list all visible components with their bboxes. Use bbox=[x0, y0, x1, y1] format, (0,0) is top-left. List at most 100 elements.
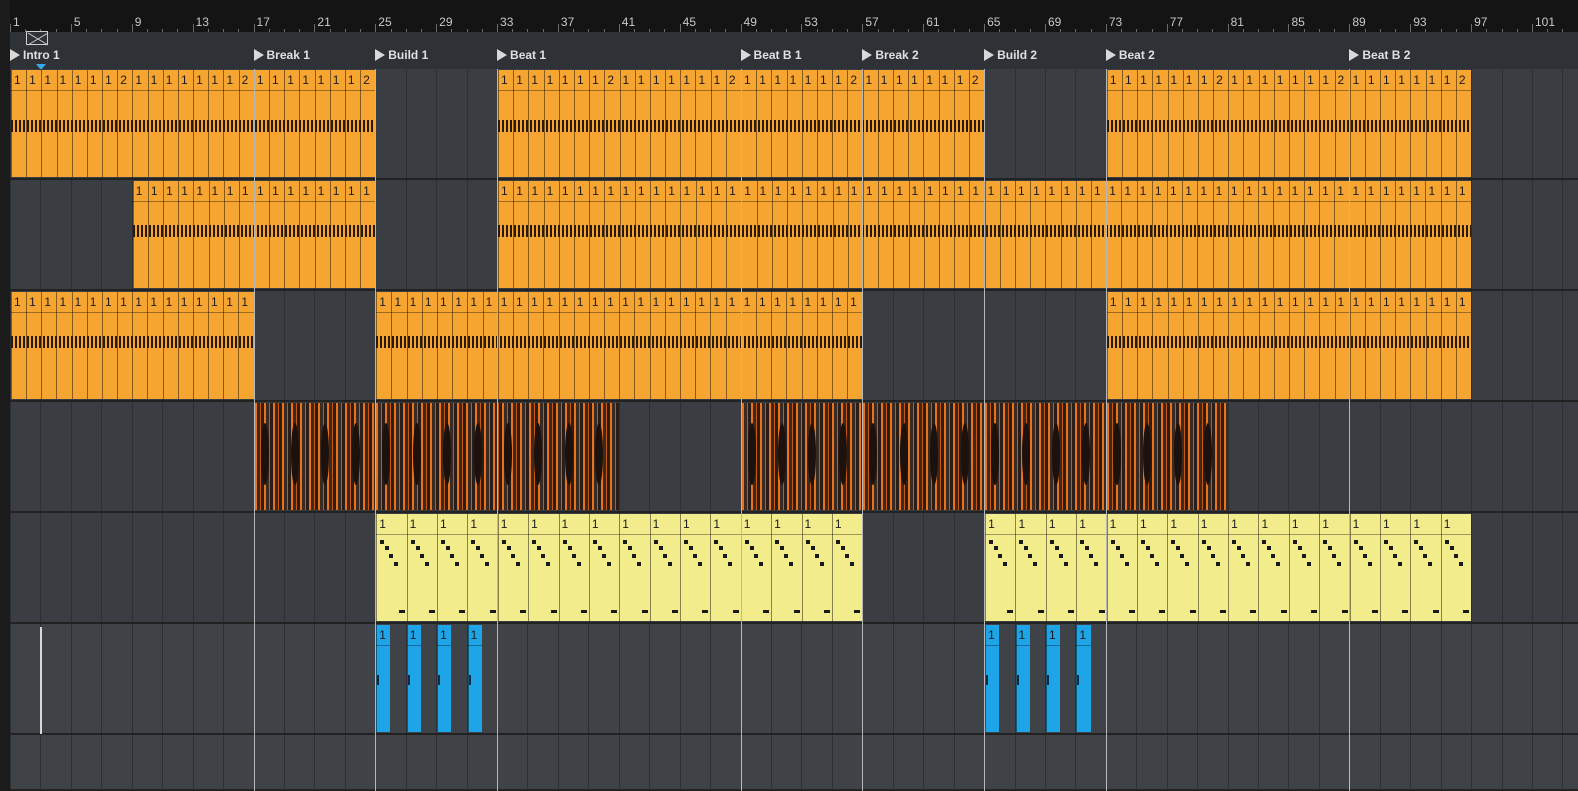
ruler-label: 25 bbox=[378, 15, 392, 29]
clip-segment-number: 1 bbox=[150, 295, 158, 309]
locator-flag-icon[interactable] bbox=[10, 49, 20, 61]
locator-beat-b-1[interactable]: Beat B 1 bbox=[740, 47, 802, 63]
locator-break-1[interactable]: Break 1 bbox=[253, 47, 310, 63]
blue-clip[interactable]: 1 bbox=[467, 625, 482, 732]
locator-flag-icon[interactable] bbox=[862, 49, 873, 61]
clip-segment-number: 1 bbox=[1322, 295, 1329, 309]
audio-clip[interactable] bbox=[863, 403, 985, 510]
blue-clip[interactable]: 1 bbox=[406, 625, 421, 732]
blue-clip[interactable]: 1 bbox=[1076, 625, 1091, 732]
orange-clip[interactable]: 111111121111111211111112 bbox=[1106, 70, 1472, 177]
locator-break-2[interactable]: Break 2 bbox=[862, 47, 919, 63]
audio-clip[interactable] bbox=[254, 403, 376, 510]
clip-segment-number: 1 bbox=[561, 517, 569, 531]
locator-flag-icon[interactable] bbox=[253, 49, 264, 61]
locator-flag-icon[interactable] bbox=[497, 49, 508, 61]
grid-line bbox=[101, 180, 103, 289]
locator-flag-icon[interactable] bbox=[984, 49, 995, 61]
locator-build-1[interactable]: Build 1 bbox=[375, 47, 428, 63]
track-lane[interactable]: 1111111111111111111111111111111111111111… bbox=[10, 291, 1578, 402]
orange-clip[interactable]: 1111111111111111 bbox=[11, 292, 254, 399]
blue-clip[interactable]: 1 bbox=[376, 625, 391, 732]
beat-time-ruler[interactable]: 1 5 9 13 17 21 25 29 33 37 41 45 49 53 57 61 65 69 73 77 81 8… bbox=[10, 14, 1578, 32]
clip-segment-number: 1 bbox=[1428, 295, 1436, 309]
clip-segment-number: 1 bbox=[470, 295, 478, 309]
locator-build-2[interactable]: Build 2 bbox=[984, 47, 1037, 63]
clip-segment-number: 1 bbox=[440, 628, 447, 642]
track-lane[interactable]: 1111111211111112111111121111111211111112… bbox=[10, 69, 1578, 180]
midi-note bbox=[1176, 546, 1181, 550]
clip-segment-number: 1 bbox=[895, 73, 903, 87]
clip-segment-number: 1 bbox=[1337, 184, 1344, 198]
locator-flag-icon[interactable] bbox=[740, 49, 751, 61]
clip-segment-number: 1 bbox=[591, 517, 599, 531]
clip-segment-number: 1 bbox=[1261, 73, 1269, 87]
locator-beat-b-2[interactable]: Beat B 2 bbox=[1349, 47, 1410, 63]
track-lane[interactable] bbox=[10, 735, 1578, 791]
grid-line bbox=[1562, 624, 1564, 733]
clip-segment-number: 1 bbox=[424, 295, 432, 309]
clip-segment-number: 1 bbox=[89, 295, 97, 309]
grid-line bbox=[344, 624, 346, 733]
yellow-clip[interactable]: 1 1 1 1 1 1 1 1 1 1 1 1 1 1 1 1 bbox=[985, 514, 1472, 621]
midi-note bbox=[1003, 562, 1008, 566]
orange-clip[interactable]: 111111121111111211111112 bbox=[11, 70, 376, 177]
blue-clip[interactable]: 1 bbox=[1015, 625, 1030, 732]
yellow-clip[interactable]: 1 1 1 1 1 1 1 1 1 1 1 1 1 1 1 1 bbox=[376, 514, 863, 621]
clip-segment-number: 1 bbox=[287, 73, 294, 87]
grid-line bbox=[923, 513, 925, 622]
midi-note bbox=[1232, 540, 1237, 544]
blue-clip[interactable]: 1 bbox=[437, 625, 452, 732]
grid-line bbox=[618, 624, 620, 733]
grid-line bbox=[10, 624, 11, 733]
clip-segment-number: 1 bbox=[1307, 73, 1314, 87]
clip-segment-number: 1 bbox=[1367, 184, 1375, 198]
midi-note bbox=[441, 540, 446, 544]
midi-note bbox=[763, 610, 770, 613]
clip-segment-number: 1 bbox=[165, 73, 173, 87]
midi-note bbox=[1080, 540, 1085, 544]
locator-intro-1[interactable]: Intro 1 bbox=[10, 47, 60, 63]
clip-segment-number: 1 bbox=[501, 184, 508, 198]
midi-note bbox=[732, 610, 739, 613]
locator-beat-1[interactable]: Beat 1 bbox=[497, 47, 546, 63]
section-marker-line bbox=[497, 69, 499, 180]
grid-line bbox=[40, 180, 42, 289]
midi-note bbox=[380, 540, 385, 544]
grid-line bbox=[710, 402, 712, 511]
blue-clip[interactable]: 1 bbox=[985, 625, 1000, 732]
loop-brace-icon[interactable] bbox=[26, 31, 49, 46]
audio-clip[interactable] bbox=[741, 403, 863, 510]
blue-clip[interactable]: 1 bbox=[1045, 625, 1061, 732]
midi-note bbox=[789, 562, 794, 566]
clip-segment-number: 1 bbox=[819, 295, 827, 309]
audio-clip[interactable] bbox=[1106, 403, 1228, 510]
section-marker-line bbox=[984, 69, 986, 180]
track-lane[interactable] bbox=[10, 402, 1578, 513]
ruler-label: 69 bbox=[1047, 15, 1062, 29]
locator-label: Intro 1 bbox=[23, 48, 60, 62]
audio-clip[interactable] bbox=[985, 403, 1106, 510]
orange-clip[interactable]: 111111111111111111111111 bbox=[1106, 292, 1472, 399]
midi-note bbox=[667, 562, 672, 566]
ruler-label: 101 bbox=[1535, 15, 1556, 29]
locator-flag-icon[interactable] bbox=[1349, 49, 1360, 61]
grid-line bbox=[923, 624, 925, 733]
locator-flag-icon[interactable] bbox=[375, 49, 386, 61]
track-lane[interactable]: 1111111111111111111111111111111111111111… bbox=[10, 180, 1578, 291]
midi-note bbox=[450, 554, 455, 558]
grid-line bbox=[344, 513, 346, 622]
midi-note bbox=[1292, 540, 1297, 544]
clip-segment-number: 1 bbox=[1246, 295, 1254, 309]
arrangement-view[interactable]: 1 5 9 13 17 21 25 29 33 37 41 45 49 53 57 61 65 69 73 77 81 8… bbox=[0, 0, 1578, 791]
locator-flag-icon[interactable] bbox=[1105, 49, 1116, 61]
track-lane[interactable]: 1 1 1 1 1 1 1 1 bbox=[10, 624, 1578, 735]
track-lane[interactable]: 1 1 1 1 1 1 1 1 1 1 1 1 1 1 1 1 1 1 1 1 1 1 1 1 1 1 1 1 1 1 1 1 bbox=[10, 513, 1578, 624]
locator-beat-2[interactable]: Beat 2 bbox=[1105, 47, 1155, 63]
midi-note bbox=[1180, 554, 1185, 558]
midi-note bbox=[1094, 562, 1099, 566]
clip-segment-number: 1 bbox=[607, 295, 614, 309]
ruler-label: 13 bbox=[195, 15, 209, 29]
orange-clip[interactable]: 11111111111111111111111111111111 bbox=[376, 292, 863, 399]
clip-segment-number: 1 bbox=[226, 73, 234, 87]
